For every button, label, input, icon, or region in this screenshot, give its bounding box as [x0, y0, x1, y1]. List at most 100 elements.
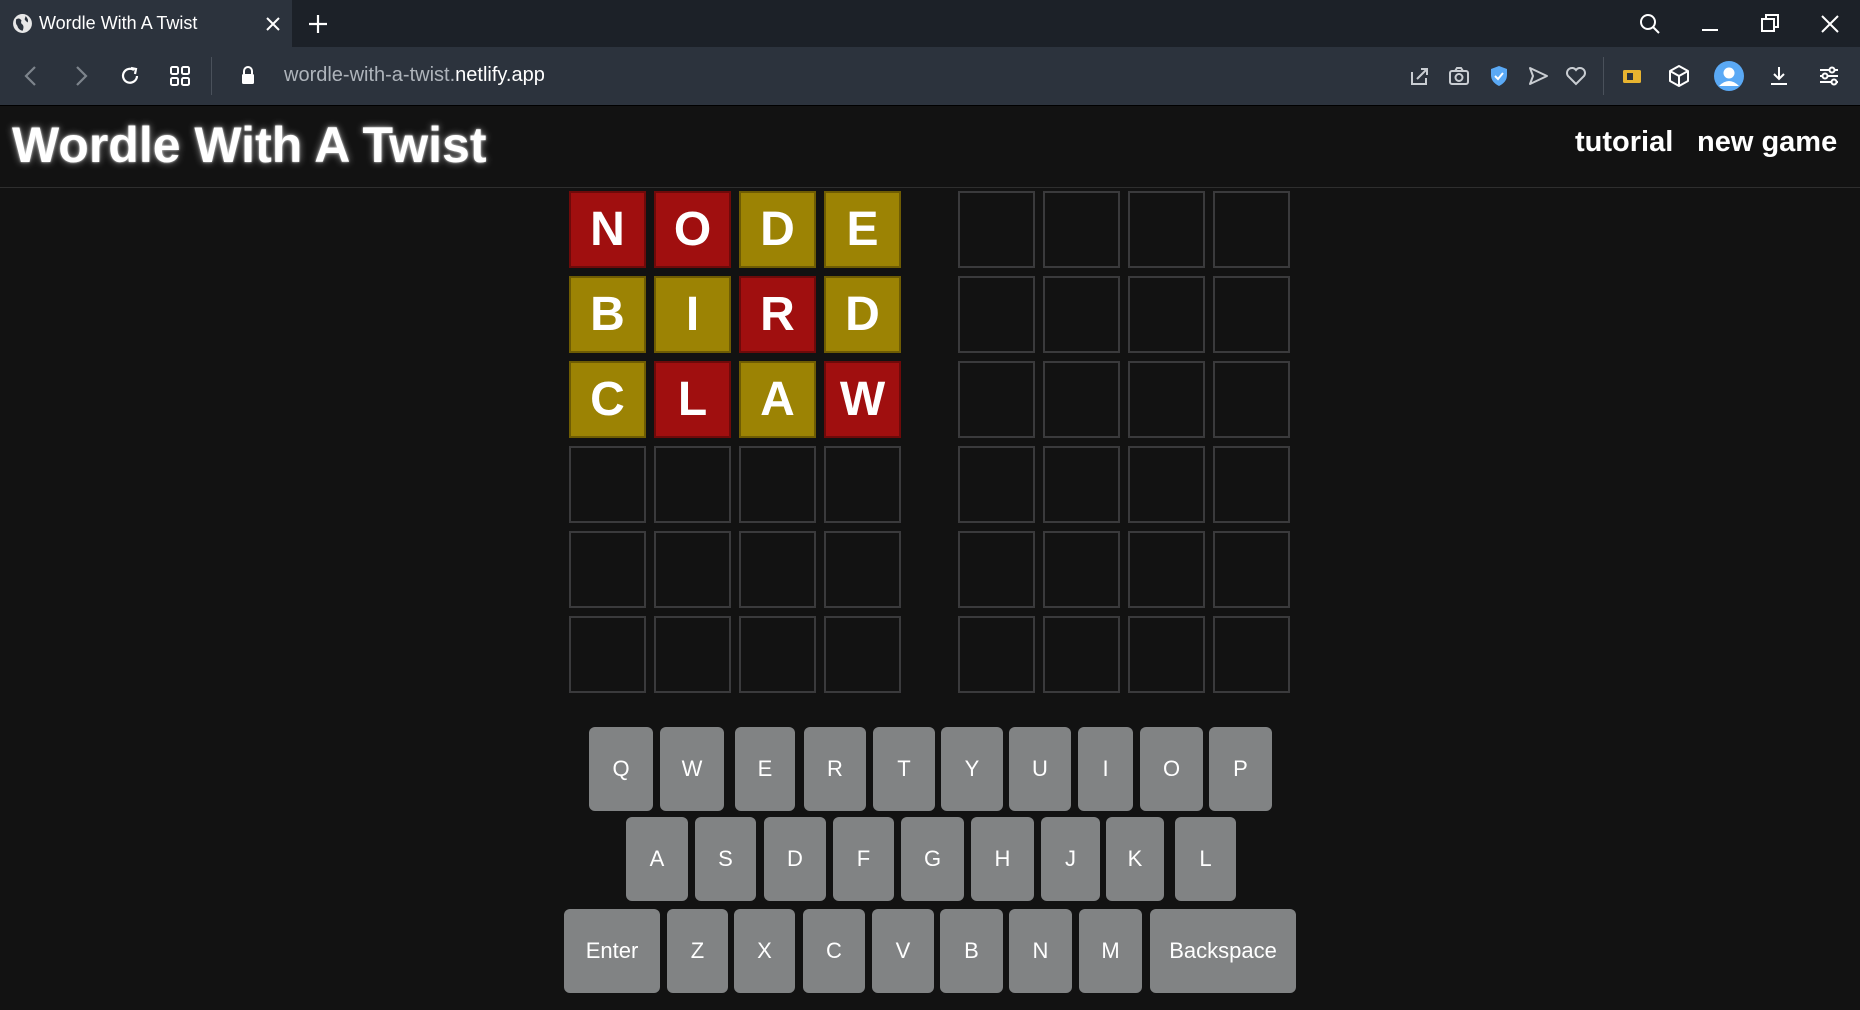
- heart-icon[interactable]: [1562, 62, 1590, 90]
- send-icon[interactable]: [1524, 62, 1552, 90]
- board-tile: [654, 531, 731, 608]
- key-g[interactable]: G: [901, 817, 964, 901]
- board-tile: [1213, 276, 1290, 353]
- url-domain: netlify.app: [455, 64, 545, 86]
- browser-tab-active[interactable]: Wordle With A Twist: [0, 0, 292, 47]
- board-tile: [654, 446, 731, 523]
- board-tile: L: [654, 361, 731, 438]
- key-p[interactable]: P: [1209, 727, 1272, 811]
- key-o[interactable]: O: [1140, 727, 1203, 811]
- key-x[interactable]: X: [734, 909, 795, 993]
- board-tile: [1043, 276, 1120, 353]
- forward-icon[interactable]: [66, 62, 94, 90]
- download-icon[interactable]: [1765, 62, 1793, 90]
- board-tile: [1213, 191, 1290, 268]
- camera-icon[interactable]: [1445, 62, 1473, 90]
- board-tile: [739, 446, 816, 523]
- tab-title: Wordle With A Twist: [39, 13, 198, 33]
- board-tile: [1043, 446, 1120, 523]
- key-backspace[interactable]: Backspace: [1150, 909, 1296, 993]
- key-e[interactable]: E: [735, 727, 795, 811]
- toolbar-divider: [211, 57, 212, 95]
- key-r[interactable]: R: [804, 727, 866, 811]
- right-game-board: [958, 191, 1290, 693]
- board-tile: E: [824, 191, 901, 268]
- board-tile: [1128, 276, 1205, 353]
- board-tile: [958, 361, 1035, 438]
- key-w[interactable]: W: [660, 727, 724, 811]
- speed-dial-icon[interactable]: [166, 62, 194, 90]
- close-window-icon[interactable]: [1816, 10, 1844, 38]
- reload-icon[interactable]: [116, 62, 144, 90]
- key-d[interactable]: D: [764, 817, 826, 901]
- board-tile: O: [654, 191, 731, 268]
- new-game-link[interactable]: new game: [1697, 126, 1837, 159]
- search-tabs-icon[interactable]: [1636, 10, 1664, 38]
- board-tile: D: [824, 276, 901, 353]
- restore-icon[interactable]: [1756, 10, 1784, 38]
- profile-avatar-icon[interactable]: [1713, 60, 1745, 92]
- key-q[interactable]: Q: [589, 727, 653, 811]
- key-l[interactable]: L: [1175, 817, 1236, 901]
- wallet-icon[interactable]: [1618, 62, 1646, 90]
- board-tile: [958, 446, 1035, 523]
- key-v[interactable]: V: [872, 909, 934, 993]
- key-j[interactable]: J: [1041, 817, 1100, 901]
- key-n[interactable]: N: [1009, 909, 1072, 993]
- globe-icon: [13, 14, 32, 33]
- key-enter[interactable]: Enter: [564, 909, 660, 993]
- board-tile: R: [739, 276, 816, 353]
- board-tile: [1043, 616, 1120, 693]
- new-tab-icon[interactable]: [305, 11, 331, 37]
- back-icon[interactable]: [18, 62, 46, 90]
- site-header: Wordle With A Twist tutorial new game: [0, 106, 1860, 188]
- board-tile: B: [569, 276, 646, 353]
- board-tile: [958, 616, 1035, 693]
- board-tile: [824, 446, 901, 523]
- board-tile: [739, 531, 816, 608]
- lock-icon[interactable]: [234, 62, 262, 90]
- key-k[interactable]: K: [1106, 817, 1164, 901]
- key-m[interactable]: M: [1079, 909, 1142, 993]
- key-i[interactable]: I: [1078, 727, 1133, 811]
- key-s[interactable]: S: [695, 817, 756, 901]
- close-tab-icon[interactable]: [262, 13, 284, 35]
- board-tile: [958, 191, 1035, 268]
- board-tile: [1043, 361, 1120, 438]
- board-tile: [1128, 616, 1205, 693]
- board-tile: [824, 531, 901, 608]
- shield-icon[interactable]: [1485, 62, 1513, 90]
- board-tile: N: [569, 191, 646, 268]
- key-b[interactable]: B: [940, 909, 1003, 993]
- board-tile: C: [569, 361, 646, 438]
- url-path: wordle-with-a-twist.: [284, 64, 456, 86]
- page-title: Wordle With A Twist: [12, 117, 487, 173]
- board-tile: [1043, 191, 1120, 268]
- board-tile: [1213, 531, 1290, 608]
- board-tile: A: [739, 361, 816, 438]
- key-z[interactable]: Z: [667, 909, 728, 993]
- board-tile: [569, 446, 646, 523]
- key-t[interactable]: T: [873, 727, 935, 811]
- board-tile: D: [739, 191, 816, 268]
- browser-toolbar: wordle-with-a-twist.netlify.app: [0, 47, 1860, 106]
- minimize-icon[interactable]: [1696, 10, 1724, 38]
- board-tile: [1128, 191, 1205, 268]
- board-tile: [958, 276, 1035, 353]
- settings-sliders-icon[interactable]: [1815, 62, 1843, 90]
- key-h[interactable]: H: [971, 817, 1034, 901]
- key-f[interactable]: F: [833, 817, 894, 901]
- browser-tab-strip: Wordle With A Twist: [0, 0, 1860, 47]
- board-tile: [1213, 616, 1290, 693]
- tutorial-link[interactable]: tutorial: [1575, 126, 1673, 159]
- share-icon[interactable]: [1406, 62, 1434, 90]
- board-tile: [1213, 361, 1290, 438]
- address-bar[interactable]: wordle-with-a-twist.netlify.app: [284, 64, 545, 87]
- key-a[interactable]: A: [626, 817, 688, 901]
- key-y[interactable]: Y: [941, 727, 1003, 811]
- board-tile: W: [824, 361, 901, 438]
- key-u[interactable]: U: [1009, 727, 1071, 811]
- key-c[interactable]: C: [803, 909, 865, 993]
- extensions-cube-icon[interactable]: [1665, 62, 1693, 90]
- board-tile: [1128, 361, 1205, 438]
